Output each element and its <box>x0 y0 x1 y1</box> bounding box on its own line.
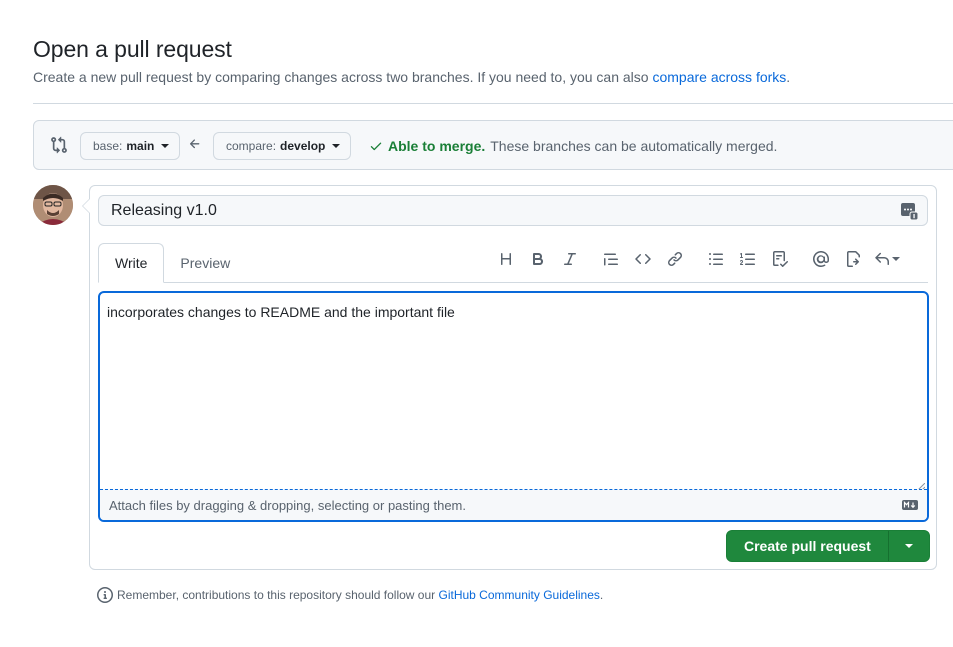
attach-files-text: Attach files by dragging & dropping, sel… <box>109 497 466 513</box>
page-subtitle: Create a new pull request by comparing c… <box>33 69 790 85</box>
title-input-value: Releasing v1.0 <box>111 201 217 219</box>
chevron-down-icon <box>904 544 913 548</box>
contribution-note: Remember, contributions to this reposito… <box>97 587 603 603</box>
arrow-left-icon <box>189 139 200 149</box>
compare-bar: base: main compare: develop Able to merg… <box>33 120 953 170</box>
compare-across-forks-link[interactable]: compare across forks <box>652 69 786 85</box>
merge-status-strong: Able to merge. <box>388 138 486 154</box>
page-title: Open a pull request <box>33 36 232 62</box>
saved-replies-badge-icon[interactable] <box>900 202 918 220</box>
community-guidelines-link[interactable]: GitHub Community Guidelines <box>439 588 600 602</box>
tab-write[interactable]: Write <box>98 243 165 283</box>
info-icon <box>97 587 113 603</box>
subtitle-end: . <box>786 69 791 85</box>
file-attachment-area[interactable]: Attach files by dragging & dropping, sel… <box>100 489 927 520</box>
chevron-down-icon <box>892 257 900 261</box>
compare-prefix: compare: <box>226 139 277 153</box>
create-pull-request-button[interactable]: Create pull request <box>727 531 889 561</box>
subtitle-text: Create a new pull request by comparing c… <box>33 69 653 85</box>
compare-branch-name: develop <box>280 139 326 153</box>
task-list-icon[interactable] <box>764 248 796 270</box>
base-branch-name: main <box>126 139 155 153</box>
link-icon[interactable] <box>659 248 691 270</box>
merge-status-text: These branches can be automatically merg… <box>490 138 778 154</box>
tab-divider <box>98 282 928 283</box>
check-icon <box>370 142 382 151</box>
quote-icon[interactable] <box>595 248 627 270</box>
user-avatar-icon <box>33 185 73 225</box>
title-input[interactable]: Releasing v1.0 <box>98 195 928 226</box>
italic-icon[interactable] <box>554 248 586 270</box>
header-divider <box>33 103 953 104</box>
footer-note-end: . <box>599 588 604 602</box>
base-branch-dropdown[interactable]: base: main <box>80 132 181 160</box>
mention-icon[interactable] <box>805 248 837 270</box>
avatar[interactable] <box>33 185 73 225</box>
base-prefix: base: <box>93 139 123 153</box>
chevron-down-icon <box>161 144 170 148</box>
tab-preview[interactable]: Preview <box>164 243 246 283</box>
cross-reference-icon[interactable] <box>837 248 869 270</box>
code-icon[interactable] <box>627 248 659 270</box>
heading-icon[interactable] <box>490 248 522 270</box>
merge-status: Able to merge. These branches can be aut… <box>369 138 777 154</box>
pull-request-form: Releasing v1.0 Write Preview incorporate… <box>82 185 937 570</box>
comment-body-textarea[interactable]: incorporates changes to README and the i… <box>98 291 929 522</box>
create-options-dropdown[interactable] <box>889 531 929 561</box>
chevron-down-icon <box>332 144 341 148</box>
form-pointer <box>82 198 90 214</box>
saved-replies-icon[interactable] <box>869 248 905 270</box>
unordered-list-icon[interactable] <box>700 248 732 270</box>
bold-icon[interactable] <box>522 248 554 270</box>
footer-note-text: Remember, contributions to this reposito… <box>117 588 439 602</box>
ordered-list-icon[interactable] <box>732 248 764 270</box>
markdown-icon <box>902 500 918 510</box>
compare-branch-dropdown[interactable]: compare: develop <box>213 132 352 160</box>
comment-body-value: incorporates changes to README and the i… <box>107 304 455 320</box>
create-pull-request-button-group: Create pull request <box>726 530 930 562</box>
git-compare-icon <box>51 136 67 154</box>
markdown-toolbar <box>490 248 905 270</box>
editor-tabs: Write Preview <box>98 243 246 283</box>
